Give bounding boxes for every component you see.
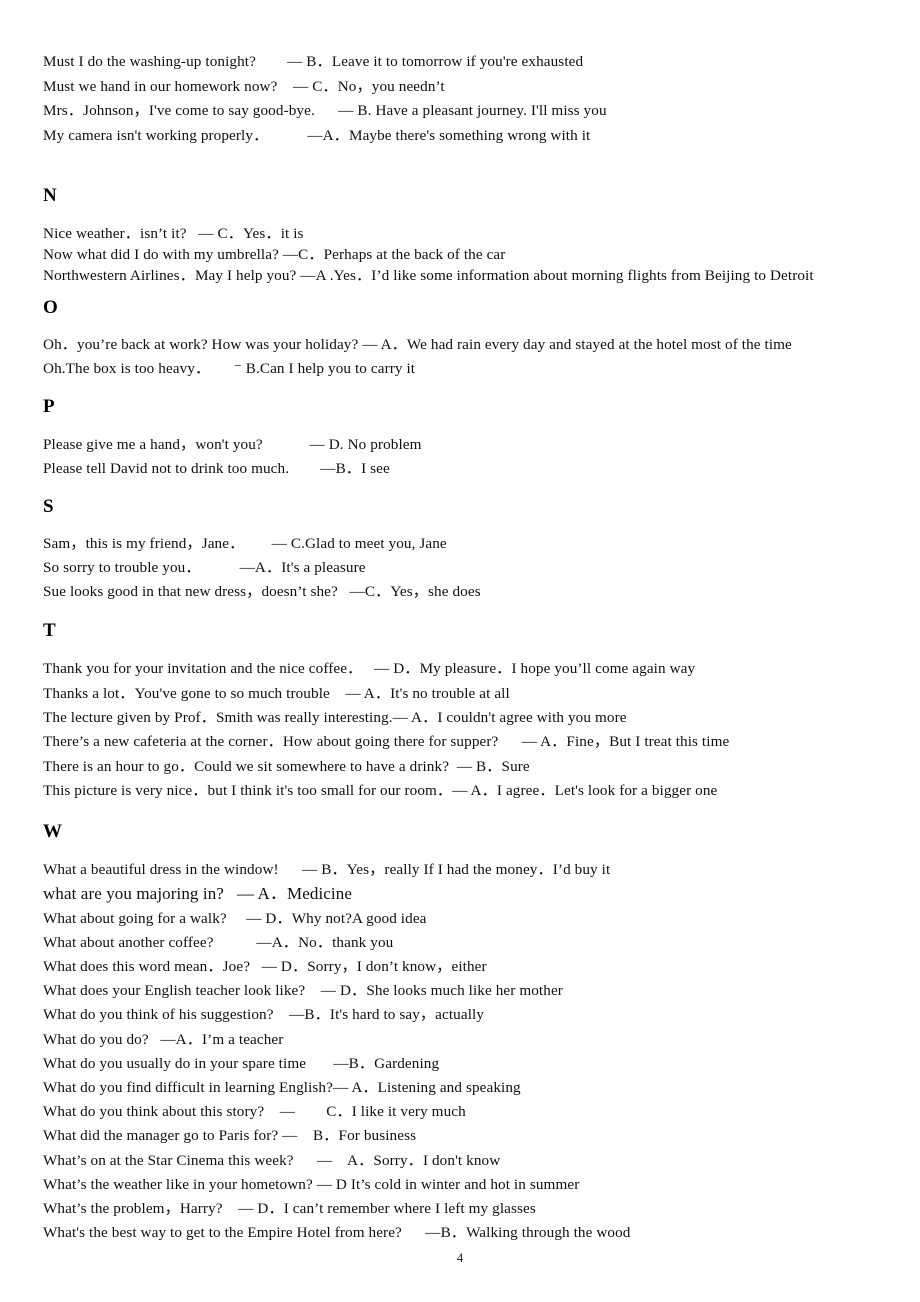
answer-line: What do you find difficult in learning E…	[43, 1078, 521, 1096]
document-page: Must I do the washing-up tonight? — B．Le…	[0, 0, 920, 1302]
answer-line: Please give me a hand，won't you? — D. No…	[43, 436, 422, 454]
answer-line: what are you majoring in? — A．Medicine	[43, 884, 352, 904]
section-heading-w: W	[43, 821, 62, 843]
section-t-lines: Thank you for your invitation and the ni…	[43, 657, 883, 803]
answer-line: Oh.The box is too heavy． ⁻ B.Can I help …	[43, 359, 416, 377]
answer-line: What does your English teacher look like…	[43, 982, 563, 1000]
page-number: 4	[456, 1250, 464, 1265]
answer-line: What about going for a walk? — D．Why not…	[43, 909, 427, 927]
answer-line: Northwestern Airlines．May I help you? —A…	[43, 267, 814, 285]
answer-line: What do you do? —A．I’m a teacher	[43, 1030, 284, 1048]
answer-line: So sorry to trouble you． —A．It's a pleas…	[43, 559, 366, 577]
answer-line: What’s the problem，Harry? — D．I can’t re…	[43, 1200, 536, 1217]
section-heading-o: O	[43, 297, 58, 319]
section-heading-p: P	[43, 396, 55, 418]
answer-line: Sue looks good in that new dress，doesn’t…	[43, 583, 481, 601]
answer-line: What does this word mean．Joe? — D．Sorry，…	[43, 957, 487, 975]
section-m-lines: Must I do the washing-up tonight? — B．Le…	[43, 50, 883, 148]
answer-line: My camera isn't working properly． —A．May…	[43, 126, 591, 144]
section-o-lines: Oh．you’re back at work? How was your hol…	[43, 333, 883, 380]
section-p-lines: Please give me a hand，won't you? — D. No…	[43, 433, 883, 480]
answer-line: Must I do the washing-up tonight? — B．Le…	[43, 53, 584, 70]
answer-line: What do you think about this story? — C．…	[43, 1103, 466, 1121]
answer-line: What about another coffee? —A．No．thank y…	[43, 933, 394, 951]
answer-line: There is an hour to go．Could we sit some…	[43, 757, 530, 775]
answer-line: Thanks a lot．You've gone to so much trou…	[43, 684, 510, 702]
answer-line: What’s the weather like in your hometown…	[43, 1175, 580, 1193]
answer-line: The lecture given by Prof．Smith was real…	[43, 708, 627, 726]
answer-line: This picture is very nice．but I think it…	[43, 781, 718, 799]
section-heading-t: T	[43, 620, 56, 642]
section-w-lines: What a beautiful dress in the window! — …	[43, 858, 883, 1245]
section-n-lines: Nice weather．isn’t it? — C．Yes．it is Now…	[43, 223, 883, 286]
answer-line: Oh．you’re back at work? How was your hol…	[43, 336, 792, 354]
answer-line: What a beautiful dress in the window! — …	[43, 861, 611, 879]
answer-line: There’s a new cafeteria at the corner．Ho…	[43, 733, 730, 751]
answer-line: Must we hand in our homework now? — C．No…	[43, 77, 445, 95]
answer-line: What’s on at the Star Cinema this week? …	[43, 1151, 501, 1169]
document-body: Must I do the washing-up tonight? — B．Le…	[43, 50, 883, 1245]
answer-line: Mrs．Johnson，I've come to say good-bye. —…	[43, 102, 607, 120]
answer-line: Thank you for your invitation and the ni…	[43, 660, 696, 678]
answer-line: Now what did I do with my umbrella? —C．P…	[43, 246, 506, 264]
answer-line: What do you usually do in your spare tim…	[43, 1054, 440, 1072]
section-heading-s: S	[43, 496, 54, 518]
answer-line: What do you think of his suggestion? —B．…	[43, 1006, 485, 1024]
section-heading-n: N	[43, 185, 57, 207]
answer-line: Nice weather．isn’t it? — C．Yes．it is	[43, 225, 304, 243]
answer-line: Sam，this is my friend，Jane． — C.Glad to …	[43, 535, 447, 553]
section-s-lines: Sam，this is my friend，Jane． — C.Glad to …	[43, 532, 883, 604]
answer-line: What did the manager go to Paris for? — …	[43, 1127, 417, 1145]
answer-line: What's the best way to get to the Empire…	[43, 1224, 631, 1242]
answer-line: Please tell David not to drink too much.…	[43, 459, 390, 477]
